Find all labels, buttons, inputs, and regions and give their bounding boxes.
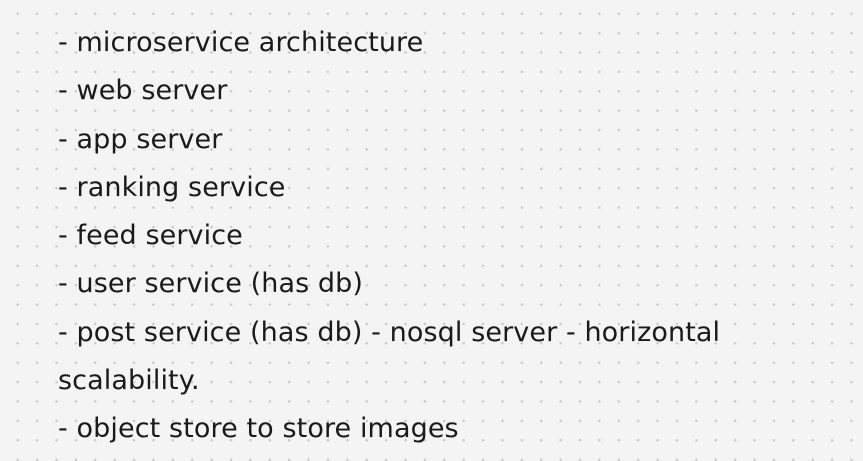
note-line-post-service: - post service (has db) - nosql server -… (58, 316, 721, 348)
notes-canvas: - microservice architecture - web server… (0, 0, 863, 461)
notes-list: - microservice architecture - web server… (58, 19, 848, 454)
note-line-web-server: - web server (58, 75, 228, 107)
note-line-object-store: - object store to store images (58, 413, 459, 445)
note-line-microservice-architecture: - microservice architecture (58, 27, 424, 58)
note-line-feed-service: - feed service (58, 220, 243, 252)
note-line-user-service: - user service (has db) (58, 268, 364, 300)
note-line-post-service-continued: scalability. (58, 365, 200, 397)
note-line-ranking-service: - ranking service (58, 171, 286, 203)
note-line-app-server: - app server (58, 123, 223, 155)
